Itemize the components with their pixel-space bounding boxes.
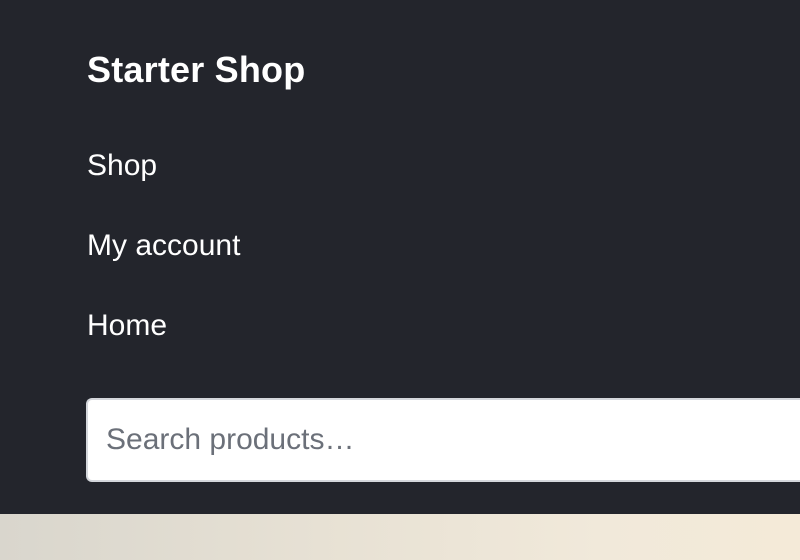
site-title[interactable]: Starter Shop	[87, 49, 305, 91]
nav-link-shop[interactable]: Shop	[87, 145, 157, 187]
site-header: Starter Shop Shop My account Home	[0, 0, 800, 514]
main-nav: Shop My account Home	[87, 145, 240, 385]
nav-link-my-account[interactable]: My account	[87, 225, 240, 267]
search-input[interactable]	[86, 398, 800, 482]
nav-item-shop: Shop	[87, 145, 240, 225]
nav-link-home[interactable]: Home	[87, 305, 167, 347]
hero-image	[0, 514, 800, 560]
nav-item-my-account: My account	[87, 225, 240, 305]
product-search	[86, 398, 800, 482]
nav-item-home: Home	[87, 305, 240, 385]
page: Starter Shop Shop My account Home	[0, 0, 800, 560]
